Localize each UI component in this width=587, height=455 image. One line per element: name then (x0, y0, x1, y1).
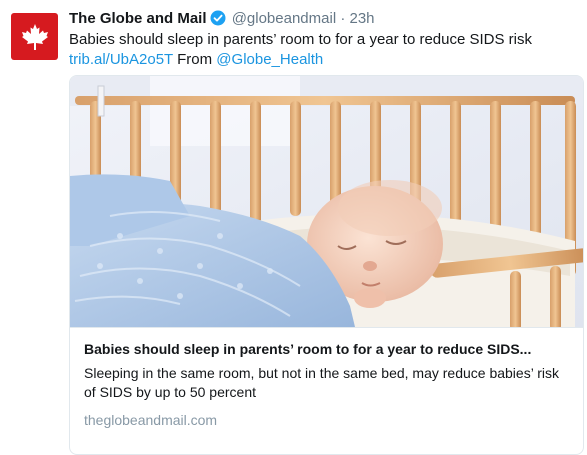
from-label: From (172, 51, 217, 68)
tweet-body: Babies should sleep in parents’ room to … (69, 31, 533, 48)
tweet-header: The Globe and Mail @globeandmail · 23h (69, 10, 375, 31)
verified-badge-icon (210, 10, 226, 31)
card-title[interactable]: Babies should sleep in parents’ room to … (84, 340, 572, 359)
card-image[interactable] (70, 76, 584, 328)
tweet-link[interactable]: trib.al/UbA2o5T (69, 51, 173, 68)
maple-leaf-icon (21, 23, 48, 50)
card-body: Babies should sleep in parents’ room to … (84, 340, 572, 429)
link-card[interactable]: Babies should sleep in parents’ room to … (69, 75, 584, 455)
avatar[interactable] (11, 13, 58, 60)
tweet-text: Babies should sleep in parents’ room to … (69, 30, 574, 70)
card-domain: theglobeandmail.com (84, 412, 218, 428)
tweet-timestamp[interactable]: 23h (350, 10, 375, 27)
card-description: Sleeping in the same room, but not in th… (84, 365, 559, 400)
tweet[interactable]: The Globe and Mail @globeandmail · 23h B… (0, 0, 587, 455)
from-mention-link[interactable]: @Globe_Health (216, 51, 323, 68)
author-name[interactable]: The Globe and Mail (69, 10, 207, 27)
separator-dot: · (340, 10, 346, 27)
author-handle[interactable]: @globeandmail (232, 10, 336, 27)
